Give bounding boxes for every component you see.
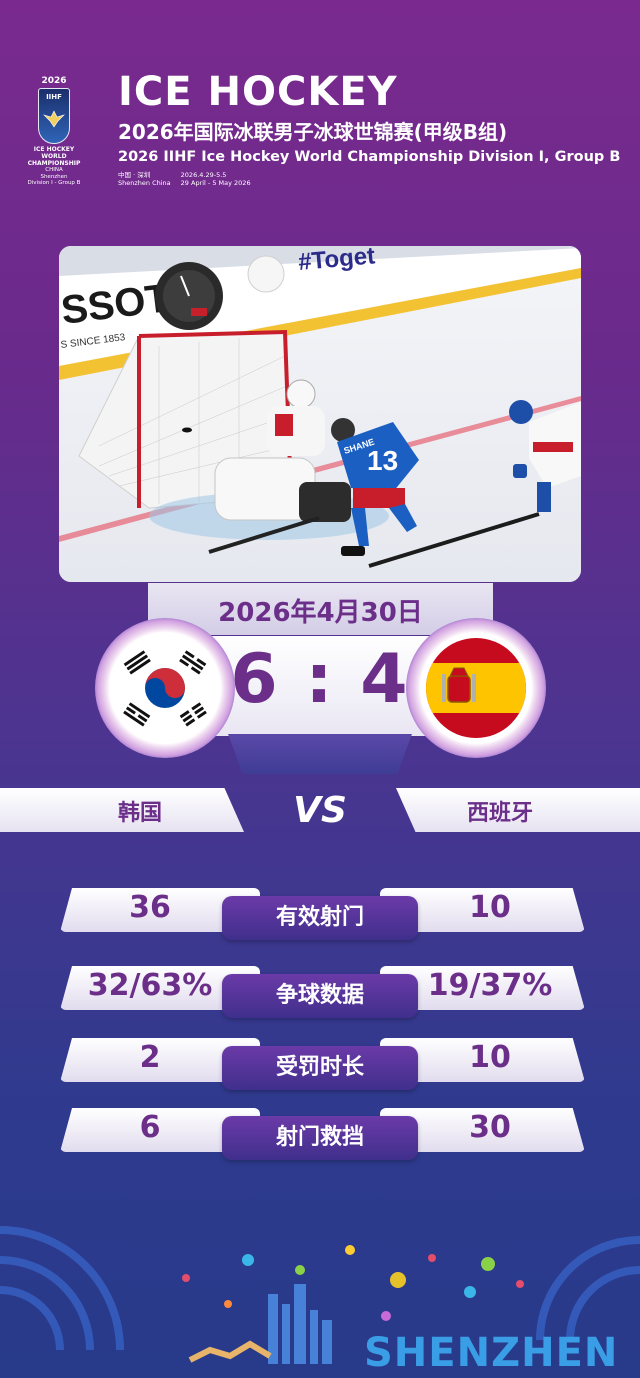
stat-label-badge: 射门救挡 xyxy=(222,1116,418,1160)
subtitle-cn: 2026年国际冰联男子冰球世锦赛(甲级B组) xyxy=(118,120,508,144)
match-date: 2026年4月30日 xyxy=(218,598,423,628)
subtitle-en: 2026 IIHF Ice Hockey World Championship … xyxy=(118,149,621,165)
logo-division: Division I - Group B xyxy=(27,180,81,186)
event-meta: 中国 · 深圳 Shenzhen China 2026.4.29-5.5 29 … xyxy=(118,171,620,187)
event-dates: 2026.4.29-5.5 xyxy=(180,171,227,179)
shenzhen-city-mark: SHENZHEN xyxy=(364,1330,619,1376)
home-team-name: 韩国 xyxy=(117,801,162,826)
match-photo: SSOT S SINCE 1853 #Toget 13 SHANE xyxy=(59,246,581,582)
stat-home-value: 36 xyxy=(129,890,171,925)
event-dates-en: 29 April - 5 May 2026 xyxy=(180,179,251,187)
logo-line-3: CHAMPIONSHIP xyxy=(27,160,81,167)
stat-home-value: 6 xyxy=(139,1110,161,1145)
stat-away-value: 30 xyxy=(469,1110,511,1145)
header: ICE HOCKEY 2026年国际冰联男子冰球世锦赛(甲级B组) 2026 I… xyxy=(118,70,620,187)
stat-label-badge: 争球数据 xyxy=(222,974,418,1018)
korea-flag-icon xyxy=(115,638,215,738)
logo-line-2: WORLD xyxy=(41,153,67,160)
stat-row: 32/63% 19/37% 争球数据 xyxy=(0,966,640,1026)
location-cn: 中国 · 深圳 xyxy=(118,171,151,179)
versus-label: VS xyxy=(293,790,347,831)
poster: 2026 IIHF ICE HOCKEY WORLD CHAMPIONSHIP … xyxy=(0,0,640,1378)
stat-label: 受罚时长 xyxy=(275,1055,364,1080)
stat-home-value: 32/63% xyxy=(87,968,213,1003)
stat-away-value: 10 xyxy=(469,1040,511,1075)
stat-label: 有效射门 xyxy=(275,905,364,930)
stat-home-value: 2 xyxy=(139,1040,161,1075)
stat-label-badge: 有效射门 xyxy=(222,896,418,940)
stat-label-badge: 受罚时长 xyxy=(222,1046,418,1090)
hockey-scene-image: SSOT S SINCE 1853 #Toget 13 SHANE xyxy=(59,246,581,582)
stat-away-value: 10 xyxy=(469,890,511,925)
logo-org: IIHF xyxy=(46,93,62,101)
iihf-badge: IIHF xyxy=(38,88,70,144)
location-en: Shenzhen China xyxy=(118,179,171,187)
stat-row: 2 10 受罚时长 xyxy=(0,1038,640,1098)
event-logo: 2026 IIHF ICE HOCKEY WORLD CHAMPIONSHIP … xyxy=(18,76,90,187)
stat-label: 射门救挡 xyxy=(275,1125,364,1150)
away-team-name: 西班牙 xyxy=(466,801,533,826)
score-panel-tab xyxy=(228,734,412,774)
home-flag-badge xyxy=(95,618,235,758)
away-flag-badge xyxy=(406,618,546,758)
stat-label: 争球数据 xyxy=(275,983,364,1008)
stat-row: 36 10 有效射门 xyxy=(0,888,640,948)
stat-away-value: 19/37% xyxy=(427,968,553,1003)
logo-year: 2026 xyxy=(41,76,67,86)
logo-line-1: ICE HOCKEY xyxy=(33,146,75,153)
eagle-icon xyxy=(43,110,65,128)
page-title: ICE HOCKEY xyxy=(118,69,398,115)
jersey-number: 13 xyxy=(367,445,398,476)
spain-flag-icon xyxy=(426,638,526,738)
stat-row: 6 30 射门救挡 xyxy=(0,1108,640,1168)
